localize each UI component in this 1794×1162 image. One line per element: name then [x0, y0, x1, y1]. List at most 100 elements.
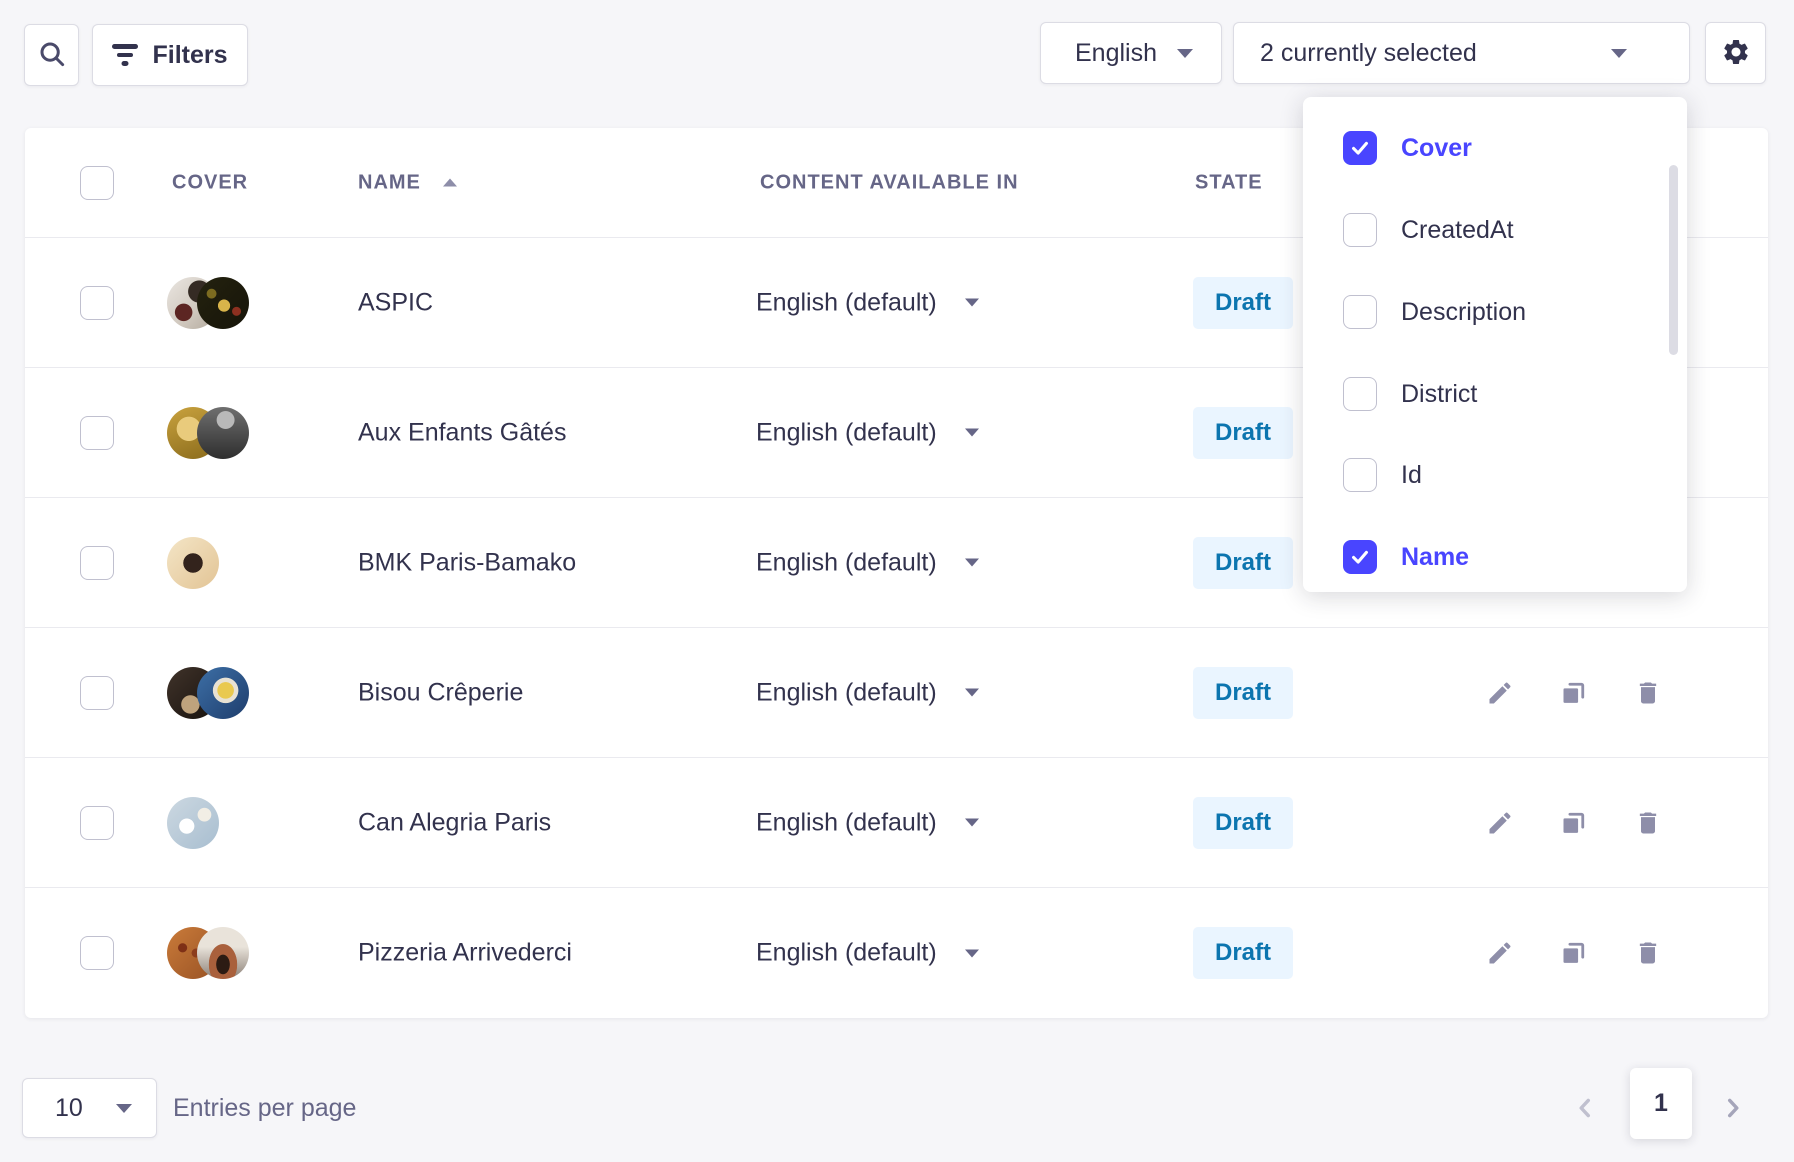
status-badge: Draft: [1193, 277, 1293, 329]
row-actions: [1485, 678, 1663, 708]
delete-button[interactable]: [1633, 678, 1663, 708]
page-size-value: 10: [55, 1094, 83, 1123]
duplicate-icon: [1560, 809, 1588, 837]
row-checkbox[interactable]: [80, 416, 114, 450]
language-select[interactable]: English: [1040, 22, 1222, 84]
chevron-down-icon: [965, 429, 979, 437]
columns-select-value: 2 currently selected: [1260, 39, 1477, 68]
status-badge: Draft: [1193, 797, 1293, 849]
row-checkbox[interactable]: [80, 286, 114, 320]
column-header-state: STATE: [1195, 171, 1263, 194]
cover-cell: [167, 406, 277, 460]
trash-icon: [1634, 679, 1662, 707]
edit-button[interactable]: [1485, 808, 1515, 838]
column-header-content-available-in: CONTENT AVAILABLE IN: [760, 171, 1019, 194]
status-badge: Draft: [1193, 927, 1293, 979]
entry-name: Pizzeria Arrivederci: [358, 939, 572, 968]
column-picker-item-cover[interactable]: Cover: [1303, 113, 1687, 183]
entry-name: Bisou Crêperie: [358, 678, 523, 707]
cover-cell: [167, 666, 277, 720]
column-picker-item-id[interactable]: Id: [1303, 440, 1687, 510]
chevron-down-icon: [1611, 49, 1627, 58]
chevron-down-icon: [965, 559, 979, 567]
locale-dropdown[interactable]: English (default): [756, 288, 979, 317]
edit-button[interactable]: [1485, 938, 1515, 968]
trash-icon: [1634, 809, 1662, 837]
locale-dropdown[interactable]: English (default): [756, 678, 979, 707]
column-picker-item-name[interactable]: Name: [1303, 522, 1687, 592]
scrollbar-thumb[interactable]: [1669, 165, 1678, 355]
entries-per-page-label: Entries per page: [173, 1078, 356, 1138]
columns-select[interactable]: 2 currently selected: [1233, 22, 1690, 84]
search-button[interactable]: [24, 24, 79, 86]
column-picker-item-createdat[interactable]: CreatedAt: [1303, 195, 1687, 265]
checkbox[interactable]: [1343, 213, 1377, 247]
locale-dropdown[interactable]: English (default): [756, 808, 979, 837]
duplicate-icon: [1560, 939, 1588, 967]
row-checkbox[interactable]: [80, 936, 114, 970]
table-row[interactable]: Pizzeria Arrivederci English (default) D…: [25, 888, 1768, 1018]
cover-avatar: [167, 797, 219, 849]
filter-icon: [112, 44, 138, 66]
status-badge: Draft: [1193, 667, 1293, 719]
pencil-icon: [1486, 679, 1514, 707]
duplicate-icon: [1560, 679, 1588, 707]
duplicate-button[interactable]: [1559, 678, 1589, 708]
column-picker-item-district[interactable]: District: [1303, 359, 1687, 429]
cover-cell: [167, 536, 277, 590]
entry-name: BMK Paris-Bamako: [358, 548, 576, 577]
locale-dropdown[interactable]: English (default): [756, 548, 979, 577]
checkbox[interactable]: [1343, 131, 1377, 165]
cover-cell: [167, 926, 277, 980]
column-picker-item-description[interactable]: Description: [1303, 277, 1687, 347]
cover-cell: [167, 276, 277, 330]
row-actions: [1485, 938, 1663, 968]
chevron-right-icon: [1720, 1095, 1746, 1121]
filters-button-label: Filters: [152, 41, 227, 70]
checkbox[interactable]: [1343, 295, 1377, 329]
delete-button[interactable]: [1633, 808, 1663, 838]
row-actions: [1485, 808, 1663, 838]
row-checkbox[interactable]: [80, 546, 114, 580]
table-row[interactable]: Can Alegria Paris English (default) Draf…: [25, 758, 1768, 888]
edit-button[interactable]: [1485, 678, 1515, 708]
duplicate-button[interactable]: [1559, 938, 1589, 968]
checkbox[interactable]: [1343, 377, 1377, 411]
trash-icon: [1634, 939, 1662, 967]
language-select-value: English: [1075, 39, 1157, 68]
column-picker-panel: Cover CreatedAt Description District Id …: [1303, 97, 1687, 592]
locale-dropdown[interactable]: English (default): [756, 939, 979, 968]
chevron-left-icon: [1572, 1095, 1598, 1121]
chevron-down-icon: [965, 689, 979, 697]
chevron-down-icon: [965, 949, 979, 957]
row-checkbox[interactable]: [80, 676, 114, 710]
entry-name: Can Alegria Paris: [358, 808, 551, 837]
status-badge: Draft: [1193, 537, 1293, 589]
page-size-select[interactable]: 10: [22, 1078, 157, 1138]
cover-avatar: [197, 927, 249, 979]
pencil-icon: [1486, 809, 1514, 837]
search-icon: [37, 39, 67, 72]
previous-page-button[interactable]: [1568, 1091, 1602, 1125]
delete-button[interactable]: [1633, 938, 1663, 968]
next-page-button[interactable]: [1716, 1091, 1750, 1125]
gear-icon: [1721, 37, 1751, 70]
settings-button[interactable]: [1705, 22, 1766, 84]
column-header-name[interactable]: NAME: [358, 171, 457, 194]
cover-avatar: [197, 407, 249, 459]
row-checkbox[interactable]: [80, 806, 114, 840]
checkbox[interactable]: [1343, 540, 1377, 574]
filters-button[interactable]: Filters: [92, 24, 248, 86]
page-number-button[interactable]: 1: [1630, 1068, 1692, 1139]
pencil-icon: [1486, 939, 1514, 967]
locale-dropdown[interactable]: English (default): [756, 418, 979, 447]
chevron-down-icon: [116, 1104, 132, 1113]
chevron-down-icon: [965, 819, 979, 827]
status-badge: Draft: [1193, 407, 1293, 459]
duplicate-button[interactable]: [1559, 808, 1589, 838]
checkbox[interactable]: [1343, 458, 1377, 492]
select-all-checkbox[interactable]: [80, 166, 114, 200]
table-row[interactable]: Bisou Crêperie English (default) Draft: [25, 628, 1768, 758]
sort-ascending-icon: [443, 179, 457, 187]
cover-avatar: [197, 277, 249, 329]
